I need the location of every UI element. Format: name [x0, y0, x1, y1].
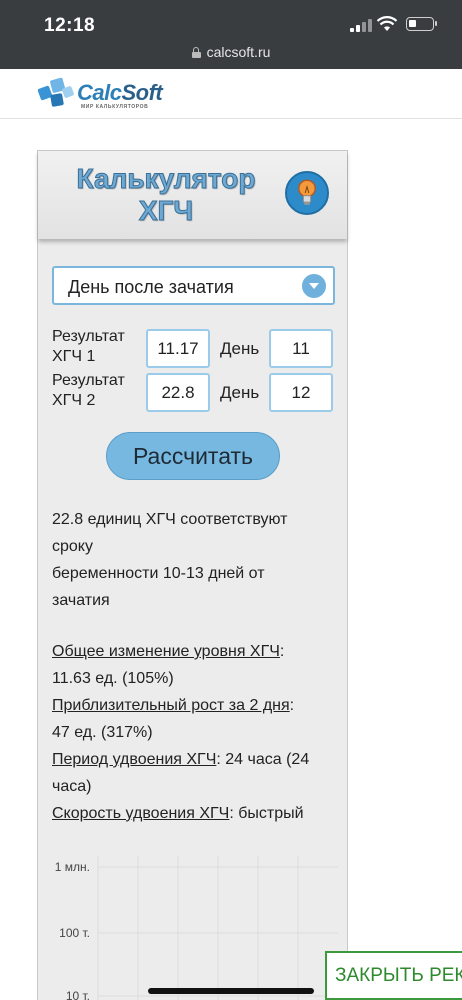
day2-input[interactable]: 12	[269, 373, 333, 412]
battery-icon	[406, 17, 437, 31]
calculate-button[interactable]: Рассчитать	[106, 432, 280, 480]
y-tick-label: 100 т.	[59, 926, 90, 940]
doubling-period-value-cont: часа)	[52, 778, 92, 795]
calculator-title: Калькулятор ХГЧ	[76, 163, 256, 227]
calculator-panel: Калькулятор ХГЧ День после зачатия Резул…	[37, 150, 348, 1000]
day1-label: День	[220, 339, 260, 358]
doubling-period-value: 24 часа (24	[225, 751, 310, 768]
logo-cubes-icon	[37, 77, 74, 107]
status-bar: 12:18	[0, 0, 462, 40]
day1-input[interactable]: 11	[269, 329, 333, 368]
hcg-chart: 1 млн. 100 т. 10 т.	[55, 856, 338, 1000]
total-change-value: 11.63 ед. (105%)	[52, 670, 174, 687]
y-tick-label: 1 млн.	[55, 860, 90, 874]
lock-icon	[191, 47, 201, 58]
growth-value: 47 ед. (317%)	[52, 724, 153, 741]
doubling-speed-value: быстрый	[238, 805, 304, 822]
status-time: 12:18	[44, 15, 96, 36]
hcg2-label: Результат ХГЧ 2	[52, 372, 125, 409]
logo-wordmark: CalcSoft	[77, 80, 163, 105]
total-change-link[interactable]: Общее изменение уровня ХГЧ	[52, 643, 280, 660]
site-header: CalcSoft МИР КАЛЬКУЛЯТОРОВ	[0, 69, 462, 119]
select-value: День после зачатия	[68, 277, 234, 297]
result-details: Общее изменение уровня ХГЧ: 11.63 ед. (1…	[52, 638, 337, 827]
lightbulb-icon[interactable]	[285, 171, 329, 215]
hcg2-value-input[interactable]: 22.8	[146, 373, 210, 412]
chevron-down-icon	[302, 274, 326, 298]
doubling-period-link[interactable]: Период удвоения ХГЧ	[52, 751, 216, 768]
browser-url-bar[interactable]: calcsoft.ru	[0, 40, 462, 109]
y-tick-label: 10 т.	[66, 989, 90, 1000]
cellular-signal-icon	[350, 19, 372, 32]
growth-link[interactable]: Приблизительный рост за 2 дня	[52, 697, 290, 714]
logo-tagline: МИР КАЛЬКУЛЯТОРОВ	[81, 104, 149, 110]
calculator-header: Калькулятор ХГЧ	[38, 151, 347, 239]
calcsoft-logo[interactable]: CalcSoft МИР КАЛЬКУЛЯТОРОВ	[37, 77, 167, 113]
close-ad-button[interactable]: ЗАКРЫТЬ РЕК	[325, 951, 462, 1000]
doubling-speed-link[interactable]: Скорость удвоения ХГЧ	[52, 805, 229, 822]
hcg1-value-input[interactable]: 11.17	[146, 329, 210, 368]
wifi-icon	[377, 16, 397, 31]
calculation-mode-select[interactable]: День после зачатия	[52, 266, 335, 305]
hcg1-label: Результат ХГЧ 1	[52, 328, 125, 365]
day2-label: День	[220, 383, 260, 402]
url-text: calcsoft.ru	[206, 44, 271, 60]
result-summary: 22.8 единиц ХГЧ соответствуют сроку бере…	[52, 511, 288, 609]
home-indicator	[148, 988, 314, 994]
